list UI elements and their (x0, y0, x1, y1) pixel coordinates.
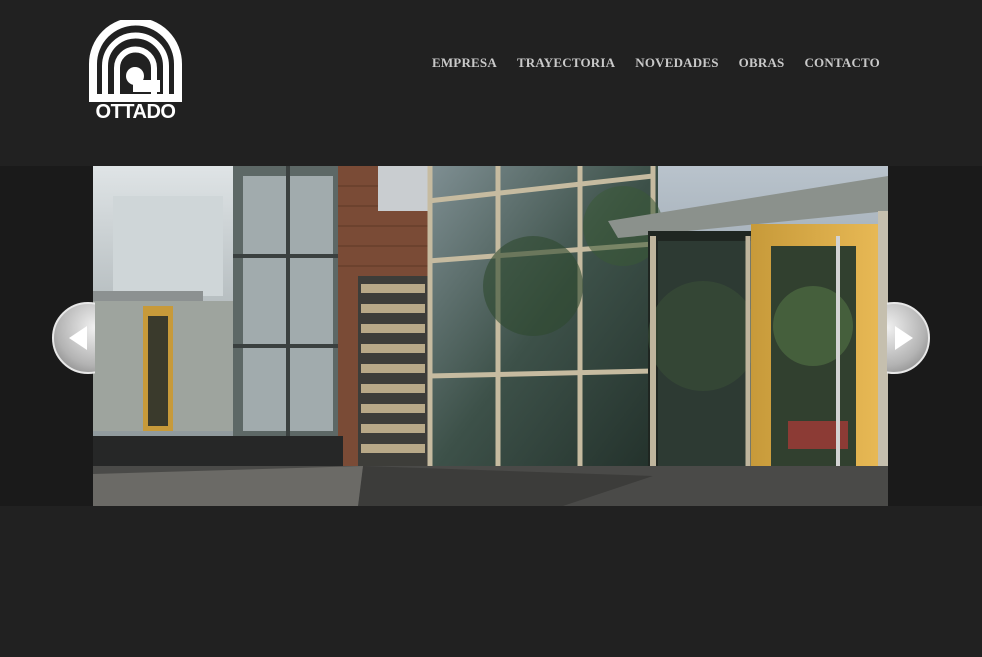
page-footer (0, 506, 982, 657)
nav-item-trayectoria[interactable]: TRAYECTORIA (517, 55, 615, 71)
chevron-left-icon (52, 302, 95, 374)
slider-next-button[interactable] (887, 302, 931, 374)
site-header: OTTADO EMPRESA TRAYECTORIA NOVEDADES OBR… (0, 0, 982, 166)
logo-wordmark: OTTADO (95, 101, 176, 123)
nav-item-contacto[interactable]: CONTACTO (804, 55, 880, 71)
slider-prev-button[interactable] (51, 302, 95, 374)
slideshow-image (93, 166, 888, 506)
chevron-right-icon (887, 302, 930, 374)
ottado-logo[interactable]: OTTADO (89, 20, 182, 125)
logo-mark-icon (89, 20, 182, 102)
main-nav: EMPRESA TRAYECTORIA NOVEDADES OBRAS CONT… (432, 55, 880, 71)
nav-item-empresa[interactable]: EMPRESA (432, 55, 497, 71)
nav-item-novedades[interactable]: NOVEDADES (635, 55, 718, 71)
nav-item-obras[interactable]: OBRAS (739, 55, 785, 71)
